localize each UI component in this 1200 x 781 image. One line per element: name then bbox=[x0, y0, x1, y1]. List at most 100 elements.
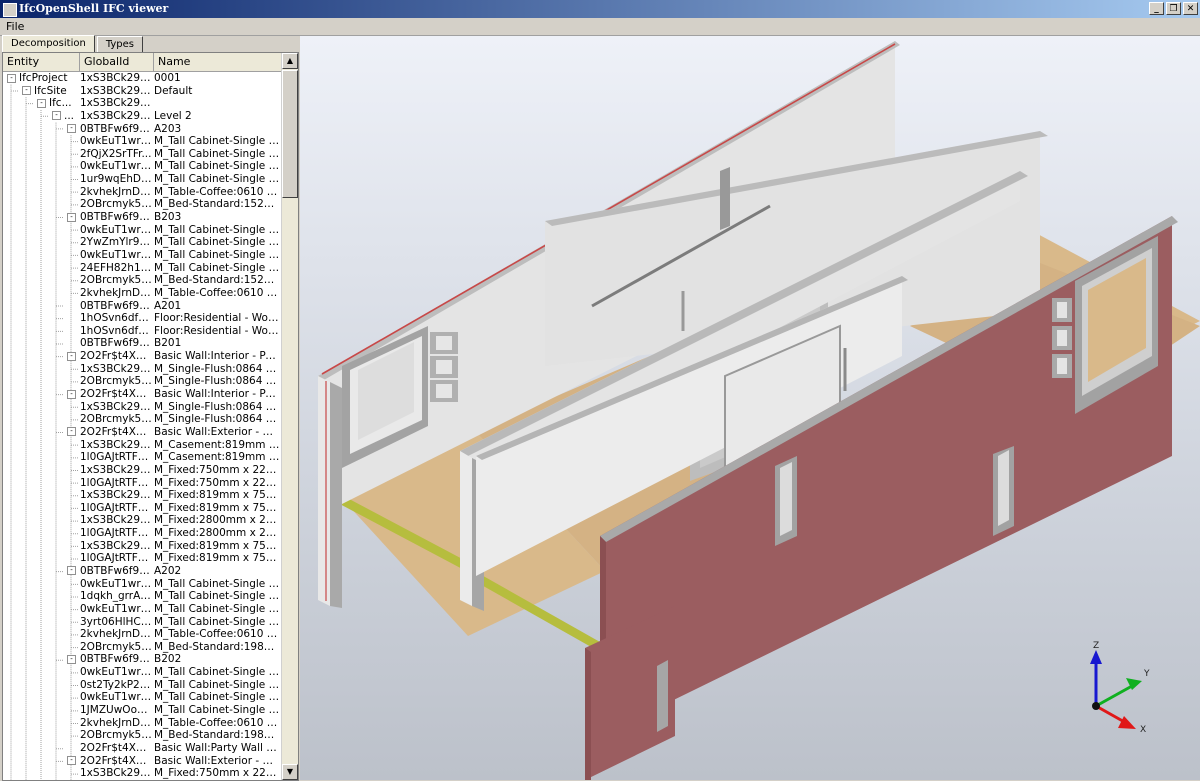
tree-row[interactable]: -0BTBFw6f90... B203 bbox=[3, 211, 282, 224]
expander-icon[interactable]: - bbox=[67, 212, 76, 222]
maximize-button[interactable]: ❐ bbox=[1166, 2, 1181, 15]
tree-row[interactable]: 1hOSvn6df7...Floor:Residential - Wood ..… bbox=[3, 325, 282, 338]
tree-row[interactable]: -2O2Fr$t4X7...Basic Wall:Exterior - Bric… bbox=[3, 755, 282, 768]
tree-row[interactable]: - Ifc... 1xS3BCk291... bbox=[3, 97, 282, 110]
cell-name: M_Tall Cabinet-Single Doo... bbox=[154, 135, 280, 148]
expander-icon[interactable]: - bbox=[67, 389, 76, 399]
tree-row[interactable]: 3yrt06HlHCH...M_Tall Cabinet-Single Doo.… bbox=[3, 616, 282, 629]
cell-name: M_Bed-Standard:1981 x ... bbox=[154, 640, 280, 653]
expander-icon[interactable]: - bbox=[67, 124, 76, 134]
tree-row[interactable]: 0BTBFw6f90... A201 bbox=[3, 300, 282, 313]
expander-icon[interactable]: - bbox=[22, 86, 31, 96]
tree-row[interactable]: 2O2Fr$t4X7...Basic Wall:Party Wall - CM.… bbox=[3, 742, 282, 755]
column-globalid[interactable]: GlobalId bbox=[80, 53, 154, 71]
expander-icon[interactable]: - bbox=[7, 73, 16, 83]
expander-icon[interactable]: - bbox=[67, 427, 76, 437]
expander-icon[interactable]: - bbox=[67, 756, 76, 766]
cell-globalid: 3yrt06HlHCH... bbox=[80, 615, 152, 628]
decomposition-tree[interactable]: Entity GlobalId Name - IfcProject 1xS3BCk2… bbox=[2, 52, 299, 781]
expander-icon[interactable]: - bbox=[37, 98, 46, 108]
tree-row[interactable]: 2OBrcmyk58... M_Single-Flush:0864 x 2... bbox=[3, 413, 282, 426]
cell-name: M_Tall Cabinet-Single Doo... bbox=[154, 704, 280, 717]
tree-row[interactable]: 0st2Ty2kP2i9...M_Tall Cabinet-Single Doo… bbox=[3, 679, 282, 692]
tree-row[interactable]: 0wkEuT1wr1...M_Tall Cabinet-Single Doo..… bbox=[3, 578, 282, 591]
column-name[interactable]: Name bbox=[154, 53, 282, 71]
tree-row[interactable]: -... 1xS3BCk291... Level 2 bbox=[3, 110, 282, 123]
tree-row[interactable]: 0wkEuT1wr1...M_Tall Cabinet-Single Doo..… bbox=[3, 224, 282, 237]
cell-globalid: 0BTBFw6f90... bbox=[80, 211, 152, 224]
tree-row[interactable]: 1l0GAJtRTFv... M_Fixed:819mm x 759m... bbox=[3, 552, 282, 565]
tree-row[interactable]: 1JMZUwOon...M_Tall Cabinet-Single Doo... bbox=[3, 704, 282, 717]
close-button[interactable]: ✕ bbox=[1183, 2, 1198, 15]
tree-row[interactable]: - IfcSite 1xS3BCk291... Default bbox=[3, 85, 282, 98]
tree-row[interactable]: 1l0GAJtRTFv...M_Casement:819mm x 7... bbox=[3, 451, 282, 464]
tree-row[interactable]: 2YwZmYlr9Ai...M_Tall Cabinet-Single Doo.… bbox=[3, 236, 282, 249]
tree-row[interactable]: 1xS3BCk291... M_Fixed:819mm x 759m... bbox=[3, 540, 282, 553]
cell-name: M_Fixed:819mm x 759m... bbox=[154, 501, 280, 514]
expander-icon[interactable]: - bbox=[67, 654, 76, 664]
tree-row[interactable]: 1ur9wqEhD1...M_Tall Cabinet-Single Doo..… bbox=[3, 173, 282, 186]
tree-row[interactable]: 1xS3BCk291... M_Single-Flush:0864 x 2... bbox=[3, 401, 282, 414]
tab-types[interactable]: Types bbox=[96, 36, 144, 52]
expander-icon[interactable]: - bbox=[67, 566, 76, 576]
tree-row[interactable]: 2kvhekJrnDj... M_Table-Coffee:0610 x 0... bbox=[3, 287, 282, 300]
cell-name: M_Tall Cabinet-Single Doo... bbox=[154, 602, 280, 615]
tree-row[interactable]: 1l0GAJtRTFv... M_Fixed:750mm x 2200... bbox=[3, 477, 282, 490]
column-entity[interactable]: Entity bbox=[3, 53, 80, 71]
menu-file[interactable]: File bbox=[6, 20, 24, 33]
axis-gizmo: Z Y X bbox=[1090, 641, 1150, 735]
stacked-window-pane-3 bbox=[436, 384, 452, 398]
scroll-down-button[interactable]: ▼ bbox=[282, 764, 298, 780]
tree-row[interactable]: 1xS3BCk291...M_Casement:819mm x 7... bbox=[3, 439, 282, 452]
z-axis-arrow bbox=[1090, 650, 1102, 664]
tree-row[interactable]: -2O2Fr$t4X7...Basic Wall:Exterior - Bric… bbox=[3, 426, 282, 439]
tree-row[interactable]: 2fQjX2SrTFr...M_Tall Cabinet-Single Doo.… bbox=[3, 148, 282, 161]
tree-row[interactable]: -2O2Fr$t4X7... Basic Wall:Interior - Part… bbox=[3, 388, 282, 401]
tree-row[interactable]: 0wkEuT1wr1...M_Tall Cabinet-Single Doo..… bbox=[3, 666, 282, 679]
tree-row[interactable]: 2kvhekJrnDj... M_Table-Coffee:0610 x 0... bbox=[3, 717, 282, 730]
tree-row[interactable]: -0BTBFw6f90... A203 bbox=[3, 123, 282, 136]
scroll-up-button[interactable]: ▲ bbox=[282, 53, 298, 69]
tree-row[interactable]: 1dqkh_grrAr...M_Tall Cabinet-Single Doo.… bbox=[3, 590, 282, 603]
tree-row[interactable]: 1l0GAJtRTFv... M_Fixed:2800mm x 241... bbox=[3, 527, 282, 540]
expander-icon[interactable]: - bbox=[67, 351, 76, 361]
tree-scrollbar[interactable]: ▲ ▼ bbox=[281, 53, 298, 780]
tree-row[interactable]: 0BTBFw6f90... B201 bbox=[3, 337, 282, 350]
tree-row[interactable]: 2kvhekJrnDj... M_Table-Coffee:0610 x 0... bbox=[3, 628, 282, 641]
tree-row[interactable]: 2OBrcmyk58... M_Bed-Standard:1981 x ... bbox=[3, 641, 282, 654]
tree-row[interactable]: 1xS3BCk291... M_Fixed:2800mm x 241... bbox=[3, 514, 282, 527]
tree-row[interactable]: 2OBrcmyk58... M_Bed-Standard:1525 x ... bbox=[3, 274, 282, 287]
tree-row[interactable]: 24EFH82h1D...M_Tall Cabinet-Single Doo..… bbox=[3, 262, 282, 275]
tree-row[interactable]: -2O2Fr$t4X7... Basic Wall:Interior - Part… bbox=[3, 350, 282, 363]
tree-row[interactable]: 1hOSvn6df7...Floor:Residential - Wood ..… bbox=[3, 312, 282, 325]
tree-row[interactable]: 2OBrcmyk58... M_Single-Flush:0864 x 2... bbox=[3, 375, 282, 388]
tree-row[interactable]: 2OBrcmyk58... M_Bed-Standard:1525 x ... bbox=[3, 198, 282, 211]
tree-row[interactable]: 1xS3BCk291... M_Fixed:819mm x 759m... bbox=[3, 489, 282, 502]
3d-viewport[interactable]: Z Y X bbox=[300, 36, 1200, 780]
cell-name: M_Tall Cabinet-Single Doo... bbox=[154, 160, 280, 173]
minimize-button[interactable]: _ bbox=[1149, 2, 1164, 15]
tree-row[interactable]: 1xS3BCk291... M_Single-Flush:0864 x 2... bbox=[3, 363, 282, 376]
building-model[interactable]: Z Y X bbox=[300, 36, 1200, 780]
tree-row[interactable]: 1xS3BCk291... M_Fixed:750mm x 2200... bbox=[3, 464, 282, 477]
tree-row[interactable]: 0wkEuT1wr1...M_Tall Cabinet-Single Doo..… bbox=[3, 160, 282, 173]
tree-row[interactable]: 1l0GAJtRTFv... M_Fixed:819mm x 759m... bbox=[3, 502, 282, 515]
cell-globalid: 0wkEuT1wr1... bbox=[80, 248, 152, 261]
tab-decomposition[interactable]: Decomposition bbox=[2, 35, 95, 53]
tree-row[interactable]: 0wkEuT1wr1...M_Tall Cabinet-Single Doo..… bbox=[3, 249, 282, 262]
tree-row[interactable]: -0BTBFw6f90... A202 bbox=[3, 565, 282, 578]
tree-row[interactable]: - IfcProject 1xS3BCk291... 0001 bbox=[3, 72, 282, 85]
tree-row[interactable]: 0wkEuT1wr1...M_Tall Cabinet-Single Doo..… bbox=[3, 135, 282, 148]
scroll-thumb[interactable] bbox=[282, 70, 298, 198]
cell-name: M_Tall Cabinet-Single Doo... bbox=[154, 147, 280, 160]
tree-row[interactable]: 1xS3BCk291... M_Fixed:750mm x 2200... bbox=[3, 767, 282, 780]
entity-label: IfcProject bbox=[19, 72, 68, 84]
tree-row[interactable]: 0wkEuT1wr1...M_Tall Cabinet-Single Doo..… bbox=[3, 691, 282, 704]
cell-globalid: 0wkEuT1wr1... bbox=[80, 223, 152, 236]
tree-row[interactable]: 0wkEuT1wr1...M_Tall Cabinet-Single Doo..… bbox=[3, 603, 282, 616]
tree-row[interactable]: -0BTBFw6f90... B202 bbox=[3, 653, 282, 666]
tree-row[interactable]: 2OBrcmyk58... M_Bed-Standard:1981 x ... bbox=[3, 729, 282, 742]
tree-row[interactable]: 2kvhekJrnDj... M_Table-Coffee:0610 x 0... bbox=[3, 186, 282, 199]
cell-name: M_Tall Cabinet-Single Doo... bbox=[154, 223, 280, 236]
expander-icon[interactable]: - bbox=[52, 111, 61, 121]
